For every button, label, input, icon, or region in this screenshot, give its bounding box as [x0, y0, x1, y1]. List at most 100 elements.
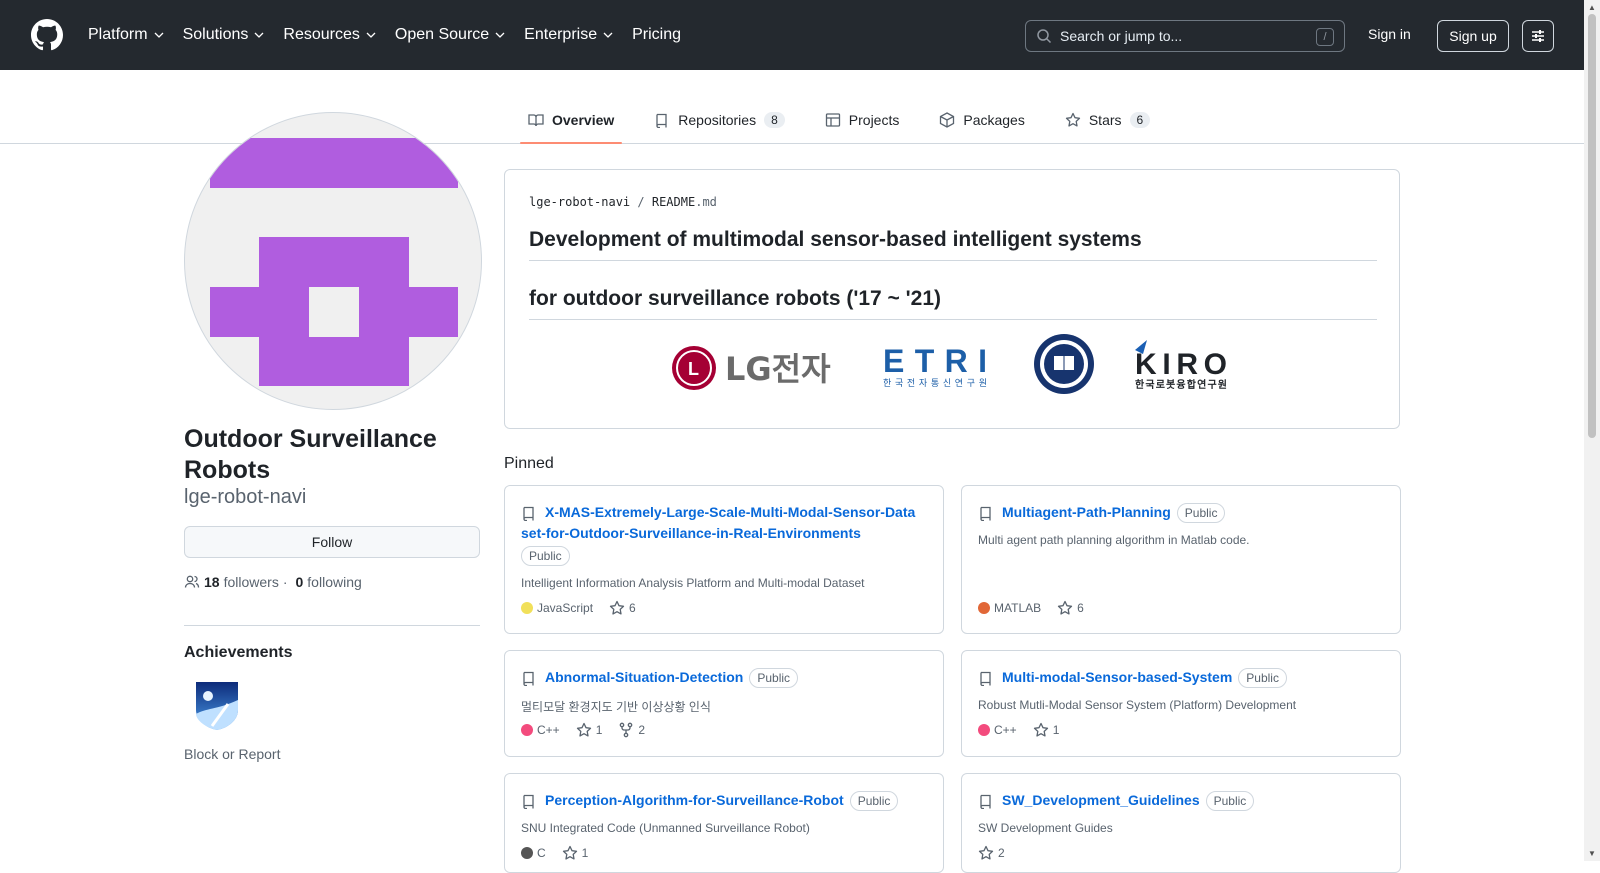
readme-repo-link[interactable]: lge-robot-navi [529, 195, 630, 209]
repo-name[interactable]: Perception-Algorithm-for-Surveillance-Ro… [545, 792, 844, 808]
star-count: 2 [998, 846, 1005, 860]
sign-up-button[interactable]: Sign up [1437, 20, 1509, 52]
profile-tabs-bar: Overview Repositories 8 Projects Packages Sta… [0, 70, 1584, 144]
snu-emblem [1034, 334, 1094, 394]
tab-stars[interactable]: Stars 6 [1057, 98, 1158, 142]
repo-meta: MATLAB 6 [978, 600, 1084, 616]
tab-label: Packages [963, 112, 1025, 128]
search-placeholder: Search or jump to... [1060, 28, 1183, 44]
language-name: MATLAB [994, 601, 1042, 615]
repo-stars-link[interactable]: 6 [609, 600, 636, 616]
repo-meta: C++ 1 [978, 722, 1059, 738]
followers-label: followers [223, 574, 279, 590]
nav-item-pricing[interactable]: Pricing [632, 26, 681, 44]
readme-file-name: README [651, 195, 696, 209]
etri-logo: ETRI 한국전자통신연구원 [883, 343, 987, 389]
repo-stars-link[interactable]: 1 [562, 845, 588, 861]
repo-meta: JavaScript 6 [521, 600, 636, 616]
tab-projects[interactable]: Projects [817, 98, 908, 142]
fork-icon [620, 722, 633, 738]
nav-item-enterprise[interactable]: Enterprise [524, 26, 614, 44]
tab-label: Stars [1088, 112, 1122, 128]
language-color-dot [978, 724, 990, 736]
star-count: 1 [595, 723, 603, 737]
following-label: following [307, 574, 362, 590]
main-nav: Platform Solutions Resources Open Source Ent… [88, 0, 699, 70]
repo-stars-link[interactable]: 1 [1033, 722, 1059, 738]
readme-card: lge-robot-navi / README.md Development o… [504, 169, 1400, 429]
tab-overview[interactable]: Overview [520, 98, 623, 144]
following-count: 0 [295, 574, 304, 590]
github-logo-icon[interactable] [31, 19, 63, 51]
chevron-down-icon [603, 32, 613, 38]
repo-meta: C++ 1 2 [521, 722, 645, 738]
chevron-down-icon [366, 32, 376, 38]
repo-description: Intelligent Information Analysis Platfor… [521, 576, 865, 590]
language-name: C++ [537, 723, 560, 737]
nav-item-label: Open Source [394, 26, 490, 43]
sign-in-link[interactable]: Sign in [1368, 26, 1411, 42]
pinned-title: Pinned [504, 455, 554, 472]
global-menu-button[interactable] [1522, 20, 1554, 52]
repo-language: C++ [521, 723, 560, 737]
language-color-dot [521, 847, 533, 859]
nav-item-solutions[interactable]: Solutions [183, 26, 266, 44]
sidebar-divider [184, 625, 480, 626]
readme-file-ext: .md [695, 195, 717, 209]
repo-icon [980, 794, 991, 809]
repo-description: Multi agent path planning algorithm in M… [978, 533, 1250, 547]
block-or-report-link[interactable]: Block or Report [184, 746, 280, 762]
nav-item-open-source[interactable]: Open Source [395, 26, 506, 44]
repo-stars-link[interactable]: 1 [576, 722, 603, 738]
repo-stars-link[interactable]: 2 [978, 845, 1005, 861]
nav-item-label: Pricing [632, 26, 681, 43]
readme-file-link[interactable]: README.md [652, 195, 717, 209]
tab-packages[interactable]: Packages [931, 98, 1032, 142]
repo-name[interactable]: Abnormal-Situation-Detection [545, 669, 743, 685]
repo-description: Robust Mutli-Modal Sensor System (Platfo… [978, 698, 1297, 712]
avatar[interactable] [184, 112, 482, 410]
profile-login: lge-robot-navi [184, 486, 307, 508]
nav-item-resources[interactable]: Resources [283, 26, 376, 44]
follow-button[interactable]: Follow [184, 526, 480, 558]
achievement-badge-icon[interactable] [192, 678, 242, 732]
nav-item-label: Resources [283, 26, 360, 43]
tab-repositories[interactable]: Repositories 8 [646, 98, 793, 142]
scroll-up-arrow-icon[interactable]: ▲ [1588, 3, 1596, 12]
readme-heading-1: Development of multimodal sensor-based i… [529, 228, 1377, 261]
repo-language: C [521, 846, 546, 860]
repo-description: 멀티모달 환경지도 기반 이상상황 인식 [521, 700, 711, 714]
repo-name-link: Abnormal-Situation-Detection Public [545, 667, 799, 688]
followers-link[interactable]: 18 followers [200, 574, 279, 590]
lg-logo-text: LG전자 [725, 350, 831, 388]
repo-forks-link[interactable]: 2 [618, 722, 645, 738]
follow-stats: 18 followers · 0 following [184, 574, 362, 590]
nav-item-label: Enterprise [524, 26, 598, 43]
follow-separator: · [282, 574, 288, 590]
chevron-down-icon [254, 32, 264, 38]
repo-stars-link[interactable]: 6 [1057, 600, 1084, 616]
scrollbar-thumb[interactable] [1588, 14, 1596, 438]
fork-count: 2 [638, 723, 646, 737]
repo-icon [656, 113, 667, 128]
repo-name[interactable]: SW_Development_Guidelines [1002, 792, 1200, 808]
repo-name-link[interactable]: X-MAS-Extremely-Large-Scale-Multi-Modal-… [521, 502, 921, 544]
profile-tabs: Overview Repositories 8 Projects Packages Sta… [520, 98, 1182, 144]
visibility-badge: Public [1205, 791, 1255, 811]
repo-language: MATLAB [978, 601, 1041, 615]
page-scrollbar[interactable]: ▲ ▼ [1584, 0, 1600, 861]
language-name: C [537, 846, 546, 860]
language-name: C++ [994, 723, 1017, 737]
tab-counter: 8 [764, 112, 785, 128]
repo-icon [980, 506, 991, 521]
etri-logo-text: ETRI [883, 343, 987, 379]
repo-name[interactable]: Multi-modal-Sensor-based-System [1002, 669, 1232, 685]
nav-item-platform[interactable]: Platform [88, 26, 165, 44]
star-count: 6 [1077, 601, 1084, 615]
language-color-dot [521, 724, 533, 736]
scroll-down-arrow-icon[interactable]: ▼ [1588, 849, 1596, 858]
search-shortcut-key: / [1316, 28, 1334, 46]
search-box[interactable]: Search or jump to... / [1025, 20, 1345, 52]
following-link[interactable]: 0 following [292, 574, 362, 590]
repo-name[interactable]: Multiagent-Path-Planning [1002, 504, 1171, 520]
